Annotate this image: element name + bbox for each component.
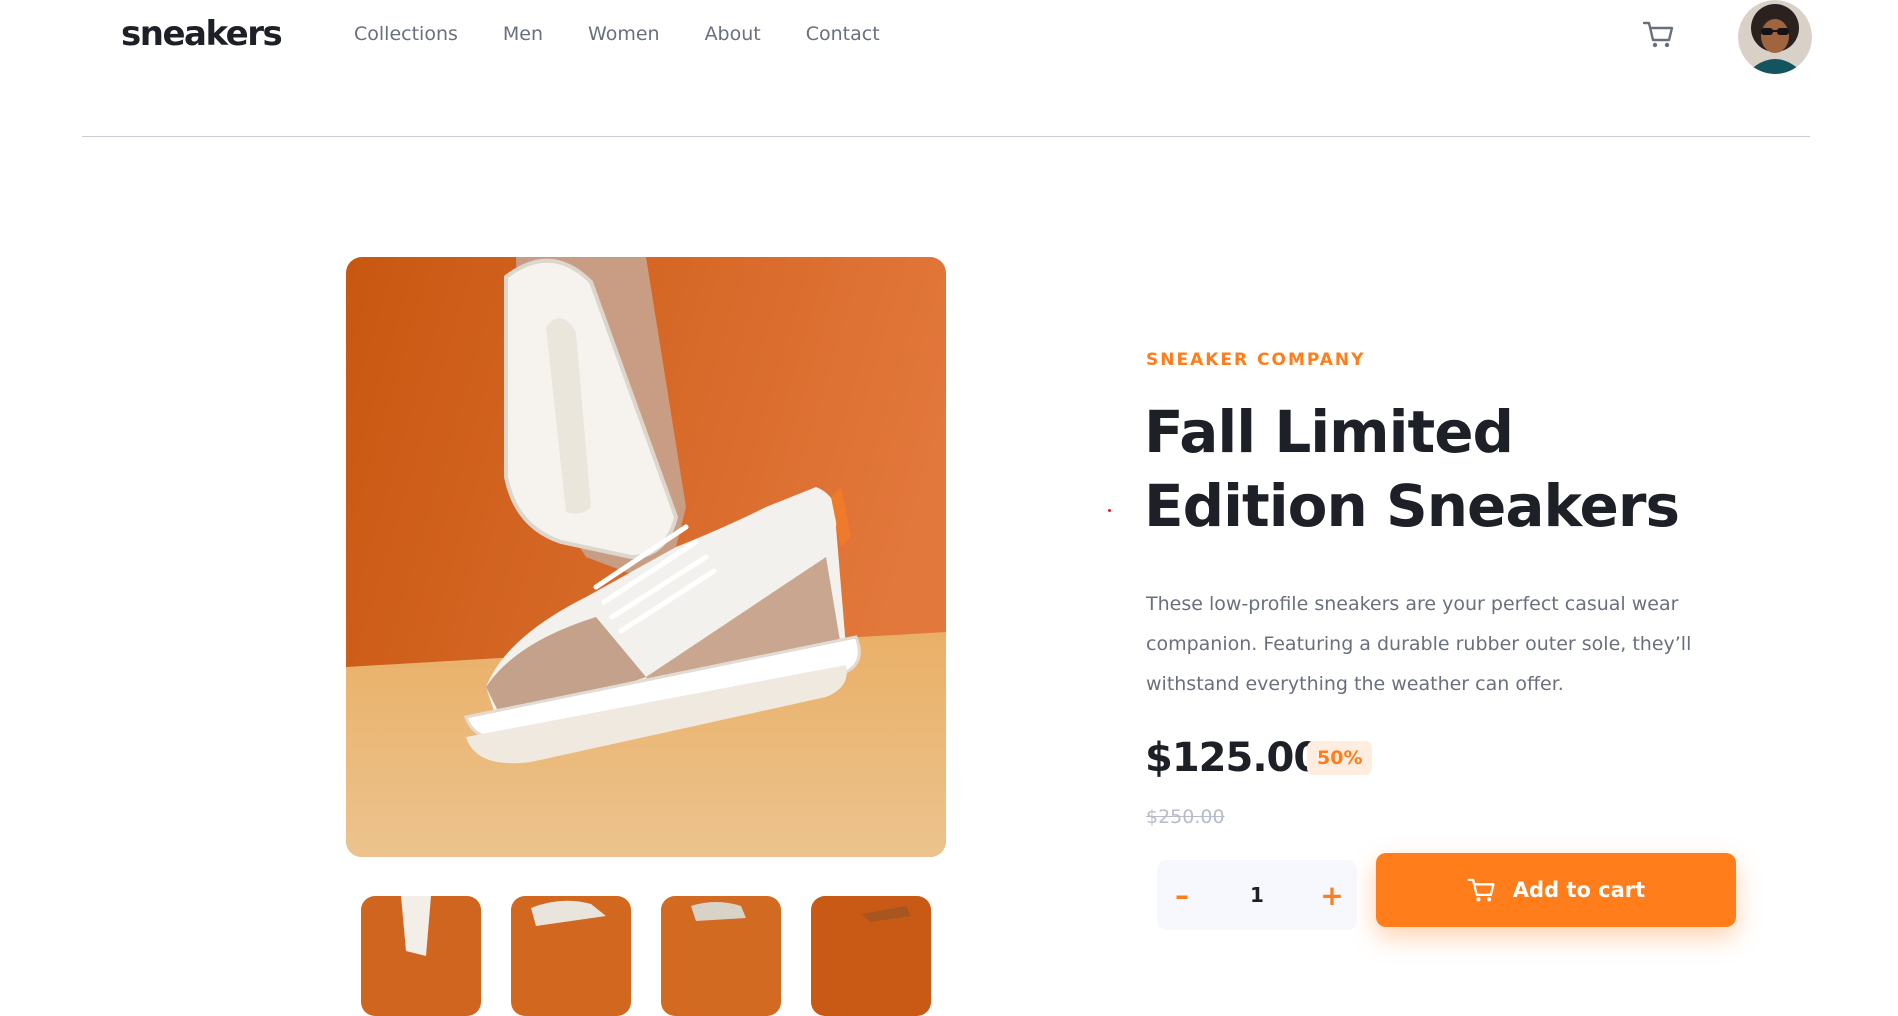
decrease-quantity-button[interactable]: –: [1157, 879, 1207, 912]
thumbnail-strip: [361, 896, 931, 1016]
cart-icon: [1467, 878, 1495, 901]
thumbnail-3[interactable]: [661, 896, 781, 1016]
discount-badge: 50%: [1307, 741, 1373, 775]
product-description: These low-profile sneakers are your perf…: [1146, 593, 1692, 695]
thumbnail-2[interactable]: [511, 896, 631, 1016]
original-price: $250.00: [1146, 806, 1225, 828]
nav-women[interactable]: Women: [588, 23, 660, 45]
cart-icon: [1642, 21, 1674, 48]
user-avatar[interactable]: [1738, 0, 1812, 74]
nav-about[interactable]: About: [705, 23, 761, 45]
sneaker-product-photo: [346, 257, 946, 857]
increase-quantity-button[interactable]: +: [1307, 879, 1357, 912]
thumbnail-4[interactable]: [811, 896, 931, 1016]
logo[interactable]: sneakers: [121, 14, 283, 54]
company-label: SNEAKER COMPANY: [1146, 350, 1366, 370]
quantity-stepper: – 1 +: [1157, 860, 1357, 930]
add-to-cart-button[interactable]: Add to cart: [1376, 853, 1736, 927]
product-main-image[interactable]: [346, 257, 946, 857]
thumbnail-1[interactable]: [361, 896, 481, 1016]
header-divider: [82, 136, 1810, 137]
quantity-value[interactable]: 1: [1250, 883, 1264, 907]
current-price: $125.00: [1145, 735, 1321, 781]
product-title: Fall Limited Edition Sneakers: [1144, 398, 1680, 540]
cart-button[interactable]: [1642, 20, 1676, 50]
stray-dot: [1108, 509, 1111, 512]
nav-contact[interactable]: Contact: [806, 23, 880, 45]
nav-men[interactable]: Men: [503, 23, 543, 45]
add-to-cart-label: Add to cart: [1512, 878, 1646, 902]
avatar-image: [1738, 0, 1812, 74]
main-nav: Collections Men Women About Contact: [354, 23, 925, 45]
nav-collections[interactable]: Collections: [354, 23, 458, 45]
